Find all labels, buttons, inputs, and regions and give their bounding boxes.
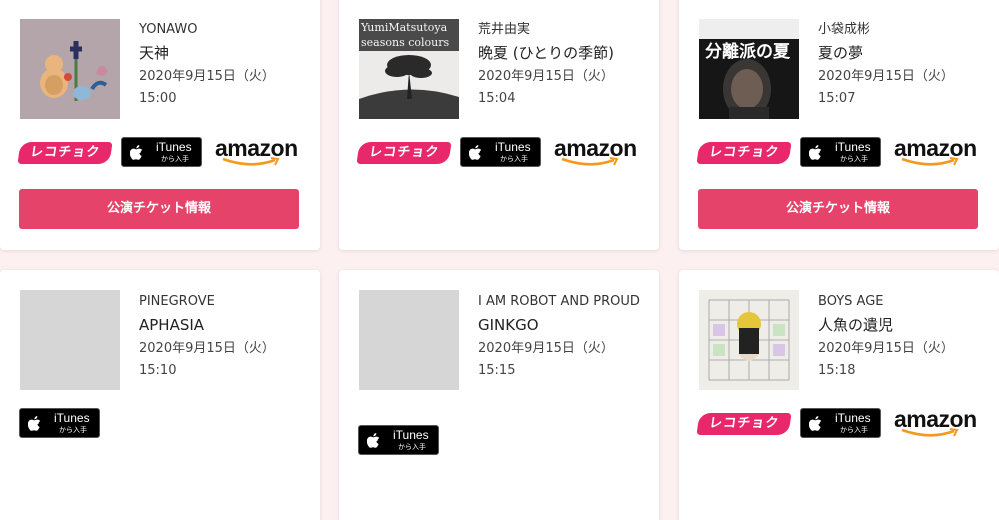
amazon-button[interactable]: amazon: [894, 406, 978, 440]
air-time: 15:04: [478, 91, 516, 106]
album-art-illustration: YumiMatsutoya seasons colours: [359, 19, 459, 119]
apple-icon: [809, 145, 822, 160]
album-jacket[interactable]: [699, 290, 799, 390]
album-jacket-placeholder[interactable]: [20, 290, 120, 390]
recochoku-button[interactable]: レコチョク: [356, 142, 452, 164]
song-info: 荒井由実 晩夏 (ひとりの季節) 2020年9月15日（火） 15:04: [478, 19, 648, 110]
air-time: 15:18: [818, 363, 856, 378]
itunes-sublabel: から入手: [500, 155, 528, 163]
itunes-label: iTunes: [495, 140, 531, 154]
air-time: 15:10: [139, 363, 177, 378]
artist-name: PINEGROVE: [139, 294, 215, 309]
air-date: 2020年9月15日（火）: [478, 341, 614, 356]
air-date: 2020年9月15日（火）: [139, 69, 275, 84]
apple-icon: [130, 145, 143, 160]
song-card: YumiMatsutoya seasons colours 荒井由実 晩夏 (ひ…: [339, 0, 659, 250]
apple-icon: [469, 145, 482, 160]
ticket-info-button[interactable]: 公演チケット情報: [698, 189, 978, 229]
itunes-button[interactable]: iTunes から入手: [800, 408, 881, 438]
artist-name: I AM ROBOT AND PROUD: [478, 294, 640, 309]
song-card: I AM ROBOT AND PROUD GINKGO 2020年9月15日（火…: [339, 270, 659, 520]
song-title: 人魚の遺児: [818, 316, 894, 334]
air-time: 15:15: [478, 363, 516, 378]
svg-text:分離派の夏: 分離派の夏: [705, 41, 791, 62]
itunes-label: iTunes: [54, 411, 90, 425]
song-info: PINEGROVE APHASIA 2020年9月15日（火） 15:10: [139, 291, 309, 382]
itunes-button[interactable]: iTunes から入手: [800, 137, 881, 167]
amazon-button[interactable]: amazon: [894, 135, 978, 169]
album-art-illustration: [20, 19, 120, 119]
album-art-illustration: [699, 290, 799, 390]
amazon-smile-icon: [561, 157, 619, 166]
song-title: 晩夏 (ひとりの季節): [478, 44, 615, 62]
ticket-info-button[interactable]: 公演チケット情報: [19, 189, 299, 229]
amazon-smile-icon: [901, 157, 959, 166]
air-date: 2020年9月15日（火）: [139, 341, 275, 356]
itunes-label: iTunes: [835, 140, 871, 154]
amazon-button[interactable]: amazon: [554, 135, 638, 169]
itunes-sublabel: から入手: [59, 426, 87, 434]
itunes-sublabel: から入手: [398, 443, 426, 451]
air-time: 15:00: [139, 91, 177, 106]
song-info: BOYS AGE 人魚の遺児 2020年9月15日（火） 15:18: [818, 291, 988, 382]
recochoku-button[interactable]: レコチョク: [17, 142, 113, 164]
itunes-label: iTunes: [156, 140, 192, 154]
song-info: 小袋成彬 夏の夢 2020年9月15日（火） 15:07: [818, 19, 988, 110]
itunes-label: iTunes: [835, 411, 871, 425]
artist-name: BOYS AGE: [818, 294, 884, 309]
song-card: 分離派の夏 小袋成彬 夏の夢 2020年9月15日（火） 15:07 レコチョク…: [679, 0, 999, 250]
air-date: 2020年9月15日（火）: [818, 341, 954, 356]
song-card: BOYS AGE 人魚の遺児 2020年9月15日（火） 15:18 レコチョク…: [679, 270, 999, 520]
itunes-button[interactable]: iTunes から入手: [121, 137, 202, 167]
apple-icon: [367, 433, 380, 448]
album-jacket[interactable]: [20, 19, 120, 119]
song-card: PINEGROVE APHASIA 2020年9月15日（火） 15:10 iT…: [0, 270, 320, 520]
apple-icon: [809, 416, 822, 431]
song-title: 夏の夢: [818, 44, 864, 62]
song-title: 天神: [139, 44, 170, 62]
album-art-illustration: 分離派の夏: [699, 19, 799, 119]
song-title: GINKGO: [478, 316, 539, 334]
itunes-sublabel: から入手: [840, 155, 868, 163]
amazon-smile-icon: [222, 157, 280, 166]
album-jacket[interactable]: 分離派の夏: [699, 19, 799, 119]
album-jacket[interactable]: YumiMatsutoya seasons colours: [359, 19, 459, 119]
album-jacket-placeholder[interactable]: [359, 290, 459, 390]
amazon-smile-icon: [901, 428, 959, 437]
itunes-button[interactable]: iTunes から入手: [19, 408, 100, 438]
air-date: 2020年9月15日（火）: [478, 69, 614, 84]
song-info: I AM ROBOT AND PROUD GINKGO 2020年9月15日（火…: [478, 291, 648, 382]
itunes-button[interactable]: iTunes から入手: [460, 137, 541, 167]
apple-icon: [28, 416, 41, 431]
artist-name: YONAWO: [139, 22, 198, 37]
artist-name: 荒井由実: [478, 22, 531, 37]
song-card: YONAWO 天神 2020年9月15日（火） 15:00 レコチョク iTun…: [0, 0, 320, 250]
recochoku-button[interactable]: レコチョク: [696, 413, 792, 435]
song-info: YONAWO 天神 2020年9月15日（火） 15:00: [139, 19, 309, 110]
svg-text:YumiMatsutoya: YumiMatsutoya: [360, 21, 448, 34]
amazon-button[interactable]: amazon: [215, 135, 299, 169]
itunes-sublabel: から入手: [840, 426, 868, 434]
itunes-button[interactable]: iTunes から入手: [358, 425, 439, 455]
itunes-label: iTunes: [393, 428, 429, 442]
air-time: 15:07: [818, 91, 856, 106]
itunes-sublabel: から入手: [161, 155, 189, 163]
artist-name: 小袋成彬: [818, 22, 871, 37]
air-date: 2020年9月15日（火）: [818, 69, 954, 84]
song-title: APHASIA: [139, 316, 205, 334]
svg-text:seasons colours: seasons colours: [361, 36, 449, 49]
recochoku-button[interactable]: レコチョク: [696, 142, 792, 164]
